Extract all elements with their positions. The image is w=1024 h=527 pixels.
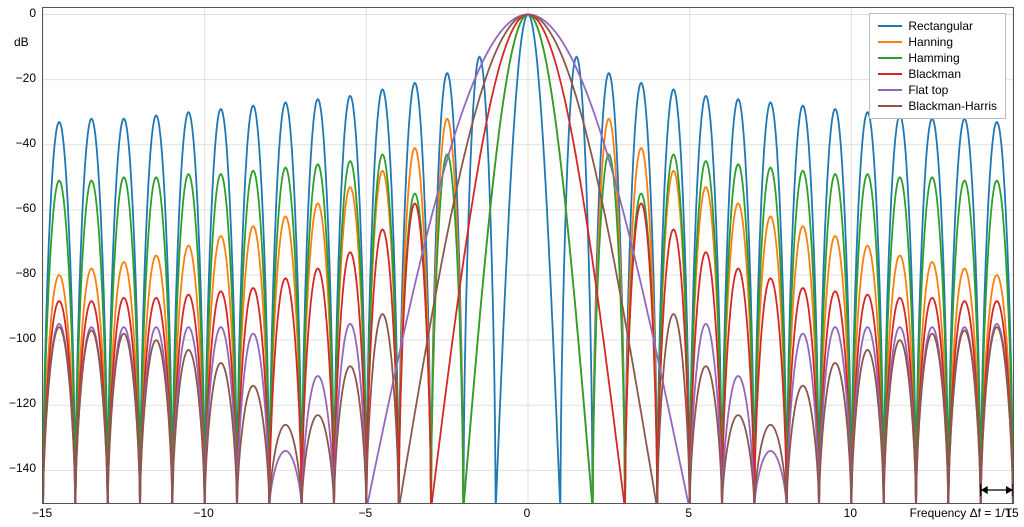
y-tick: 0 bbox=[29, 6, 36, 20]
legend-swatch bbox=[878, 73, 902, 75]
legend-item: Flat top bbox=[878, 82, 997, 98]
y-tick: −120 bbox=[9, 396, 36, 410]
x-tick: −10 bbox=[189, 506, 219, 520]
legend-label: Hanning bbox=[908, 35, 953, 49]
grid bbox=[43, 8, 1013, 503]
legend-swatch bbox=[878, 105, 902, 107]
plot-area bbox=[42, 7, 1014, 504]
legend-label: Rectangular bbox=[908, 19, 973, 33]
legend-label: Flat top bbox=[908, 83, 948, 97]
x-axis-label: Frequency Δf = 1/T bbox=[910, 506, 1012, 520]
y-tick: −40 bbox=[16, 136, 36, 150]
legend-item: Hamming bbox=[878, 50, 997, 66]
legend-label: Hamming bbox=[908, 51, 959, 65]
y-tick: −100 bbox=[9, 331, 36, 345]
annotation-arrow bbox=[981, 484, 1013, 496]
x-tick: −15 bbox=[27, 506, 57, 520]
x-tick: 0 bbox=[512, 506, 542, 520]
legend-item: Hanning bbox=[878, 34, 997, 50]
legend-swatch bbox=[878, 41, 902, 43]
legend-item: Rectangular bbox=[878, 18, 997, 34]
y-tick: −80 bbox=[16, 266, 36, 280]
legend-swatch bbox=[878, 57, 902, 59]
y-tick: −140 bbox=[9, 461, 36, 475]
x-tick: 10 bbox=[835, 506, 865, 520]
legend-item: Blackman-Harris bbox=[878, 98, 997, 114]
x-tick: 5 bbox=[674, 506, 704, 520]
legend-item: Blackman bbox=[878, 66, 997, 82]
legend-swatch bbox=[878, 89, 902, 91]
legend-label: Blackman bbox=[908, 67, 961, 81]
legend-swatch bbox=[878, 25, 902, 27]
legend: Rectangular Hanning Hamming Blackman Flat to… bbox=[869, 13, 1006, 119]
y-tick: −60 bbox=[16, 201, 36, 215]
y-tick: −20 bbox=[16, 71, 36, 85]
x-tick: −5 bbox=[350, 506, 380, 520]
y-axis-label: dB bbox=[14, 35, 29, 49]
legend-label: Blackman-Harris bbox=[908, 99, 997, 113]
